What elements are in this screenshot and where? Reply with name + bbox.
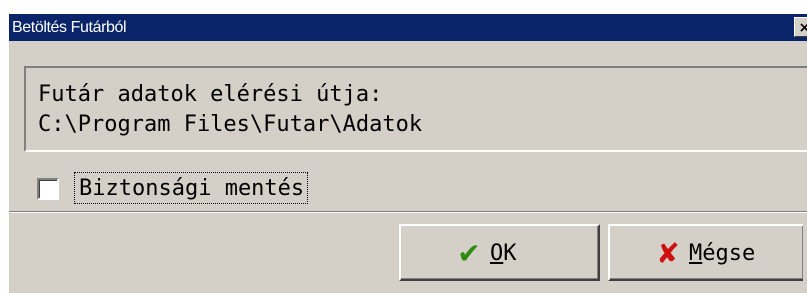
separator <box>9 211 807 213</box>
cancel-button[interactable]: ✘ Mégse <box>608 224 803 281</box>
checkmark-icon: ✔ <box>457 237 481 270</box>
cancel-mnemonic: M <box>689 241 703 266</box>
cancel-label-rest: égse <box>702 241 756 266</box>
ok-button-content: ✔ OK <box>456 237 517 270</box>
backup-checkbox-label[interactable]: Biztonsági mentés <box>74 172 309 204</box>
data-path-caption: Futár adatok elérési útja: <box>38 82 383 107</box>
cancel-button-label: Mégse <box>689 239 755 269</box>
ok-mnemonic: O <box>490 241 504 266</box>
data-path-panel: Futár adatok elérési útja: C:\Program Fi… <box>24 66 807 152</box>
ok-button-label: OK <box>490 239 517 269</box>
load-dialog: Betöltés Futárból × Futár adatok elérési… <box>8 13 807 293</box>
cancel-button-content: ✘ Mégse <box>655 239 755 269</box>
cross-icon: ✘ <box>656 237 680 270</box>
window-title: Betöltés Futárból <box>12 19 127 36</box>
ok-button[interactable]: ✔ OK <box>399 224 600 281</box>
backup-checkbox[interactable] <box>37 178 59 200</box>
ok-label-rest: K <box>503 241 517 266</box>
data-path-value: C:\Program Files\Futar\Adatok <box>38 112 423 137</box>
title-bar[interactable]: Betöltés Futárból × <box>9 14 807 41</box>
close-icon[interactable]: × <box>794 17 807 37</box>
